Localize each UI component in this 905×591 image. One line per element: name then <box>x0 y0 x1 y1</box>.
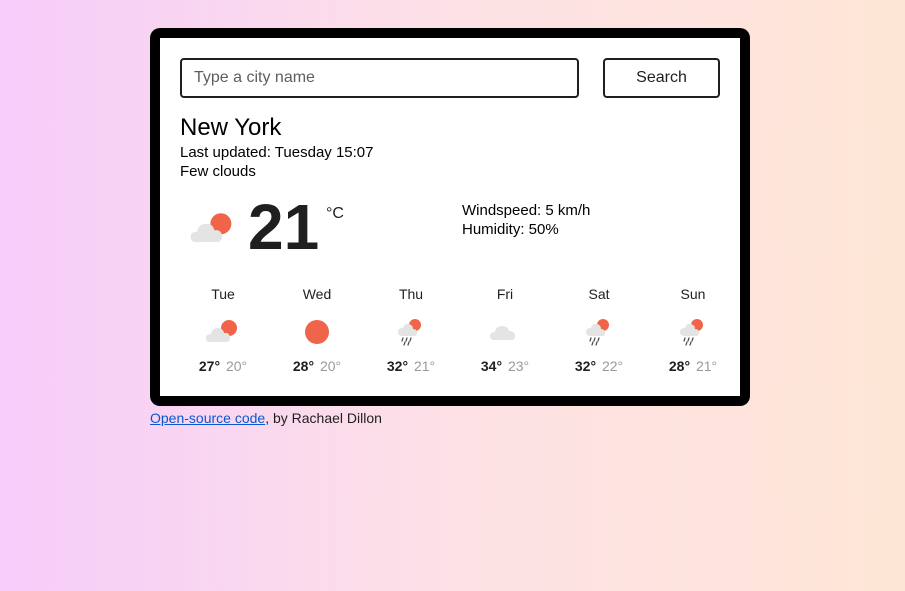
forecast-temps: 27° 20° <box>176 358 270 374</box>
city-search-input[interactable] <box>180 58 579 98</box>
forecast-day: Sun 28° 21° <box>646 286 740 374</box>
clear-sky-icon <box>305 320 329 344</box>
temperature-unit-toggle[interactable]: °C <box>326 205 344 223</box>
forecast-max-temp: 32° <box>574 358 597 374</box>
cloud-icon <box>490 326 515 340</box>
author-credit: , by Rachael Dillon <box>265 410 382 426</box>
forecast-day-name: Sat <box>588 286 610 302</box>
forecast-temps: 32° 22° <box>552 358 646 374</box>
forecast-min-temp: 21° <box>695 358 718 374</box>
forecast-day: Wed 28° 20° <box>270 286 364 374</box>
rain-icon <box>586 319 609 346</box>
page-background-lower <box>0 460 905 591</box>
rain-icon <box>680 319 703 346</box>
open-source-code-link[interactable]: Open-source code <box>150 410 265 426</box>
forecast-max-temp: 34° <box>480 358 503 374</box>
forecast-day-name: Thu <box>398 286 424 302</box>
forecast-day: Sat 32° 22° <box>552 286 646 374</box>
weather-card: Search New York Last updated: Tuesday 15… <box>160 38 740 396</box>
forecast-temps: 28° 20° <box>270 358 364 374</box>
forecast-day-name: Wed <box>302 286 332 302</box>
humidity: Humidity: 50% <box>462 221 559 238</box>
current-temperature: 21 <box>248 191 320 263</box>
forecast-day-name: Fri <box>496 286 514 302</box>
forecast-temps: 28° 21° <box>646 358 740 374</box>
windspeed: Windspeed: 5 km/h <box>462 202 591 219</box>
forecast-min-temp: 21° <box>413 358 436 374</box>
forecast-max-temp: 28° <box>292 358 315 374</box>
forecast-day-name: Sun <box>680 286 706 302</box>
forecast-day: Thu 32° 21° <box>364 286 458 374</box>
few-clouds-icon <box>190 213 232 243</box>
weather-app-frame: Search New York Last updated: Tuesday 15… <box>150 28 750 406</box>
last-updated: Last updated: Tuesday 15:07 <box>180 144 374 161</box>
search-button[interactable]: Search <box>603 58 720 98</box>
forecast-temps: 32° 21° <box>364 358 458 374</box>
forecast-min-temp: 22° <box>601 358 624 374</box>
forecast-temps: 34° 23° <box>458 358 552 374</box>
forecast: Tue 27° 20° Wed 28° 20° Thu 32° 21° Fri … <box>176 286 740 374</box>
forecast-day: Tue 27° 20° <box>176 286 270 374</box>
forecast-min-temp: 20° <box>225 358 248 374</box>
few-clouds-icon <box>206 320 237 342</box>
forecast-day: Fri 34° 23° <box>458 286 552 374</box>
forecast-max-temp: 28° <box>668 358 691 374</box>
forecast-max-temp: 27° <box>198 358 221 374</box>
forecast-min-temp: 23° <box>507 358 530 374</box>
rain-icon <box>398 319 421 346</box>
footer-credit: Open-source code, by Rachael Dillon <box>150 410 382 426</box>
city-name: New York <box>180 114 282 141</box>
forecast-day-name: Tue <box>211 286 235 302</box>
weather-description: Few clouds <box>180 163 256 180</box>
forecast-min-temp: 20° <box>319 358 342 374</box>
forecast-max-temp: 32° <box>386 358 409 374</box>
